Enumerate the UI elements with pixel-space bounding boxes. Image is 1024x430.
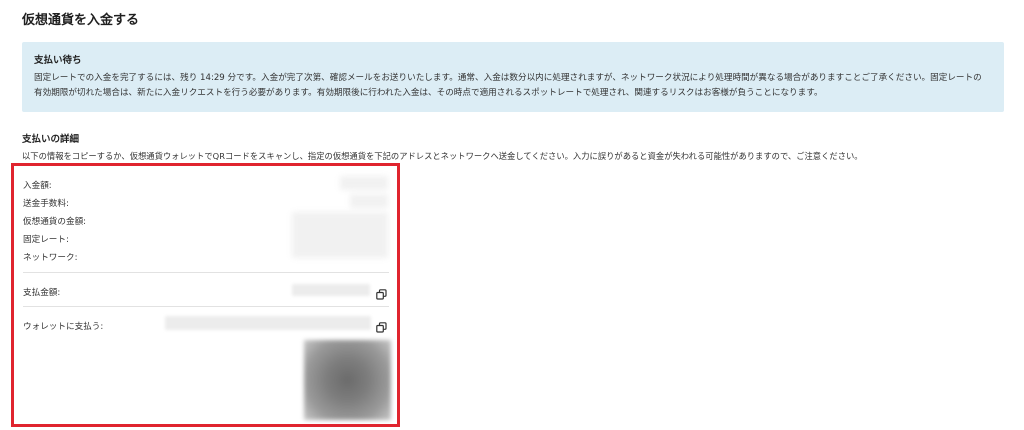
qr-code-redacted — [304, 340, 391, 420]
notice-line-1: 固定レートでの入金を完了するには、残り 14:29 分です。入金が完了次第、確認… — [34, 73, 982, 83]
payment-pending-notice: 支払い待ち 固定レートでの入金を完了するには、残り 14:29 分です。入金が完… — [22, 42, 1004, 112]
page-title: 仮想通貨を入金する — [22, 13, 140, 28]
rate-network-values-redacted — [292, 212, 388, 258]
payment-amount-value-redacted — [292, 284, 370, 296]
copy-icon[interactable] — [376, 318, 387, 333]
wallet-address-value-redacted — [165, 316, 371, 330]
notice-body: 固定レートでの入金を完了するには、残り 14:29 分です。入金が完了次第、確認… — [34, 71, 994, 101]
label-network: ネットワーク: — [23, 253, 78, 263]
divider — [23, 306, 389, 307]
notice-title: 支払い待ち — [34, 55, 82, 66]
label-pay-to-wallet: ウォレットに支払う: — [23, 322, 104, 332]
label-deposit-amount: 入金額: — [23, 181, 52, 191]
label-crypto-amount: 仮想通貨の金額: — [23, 217, 87, 227]
fee-value-redacted — [350, 194, 388, 208]
divider — [23, 272, 389, 273]
notice-line-2: 有効期限が切れた場合は、新たに入金リクエストを行う必要があります。有効期限後に行… — [34, 88, 823, 98]
label-payment-amount: 支払金額: — [23, 288, 61, 298]
deposit-amount-value-redacted — [340, 176, 388, 190]
payment-details-description: 以下の情報をコピーするか、仮想通貨ウォレットでQRコードをスキャンし、指定の仮想… — [22, 151, 863, 161]
label-fee: 送金手数料: — [23, 199, 69, 209]
payment-details-title: 支払いの詳細 — [22, 134, 80, 145]
copy-icon[interactable] — [376, 285, 387, 300]
label-fixed-rate: 固定レート: — [23, 235, 69, 245]
